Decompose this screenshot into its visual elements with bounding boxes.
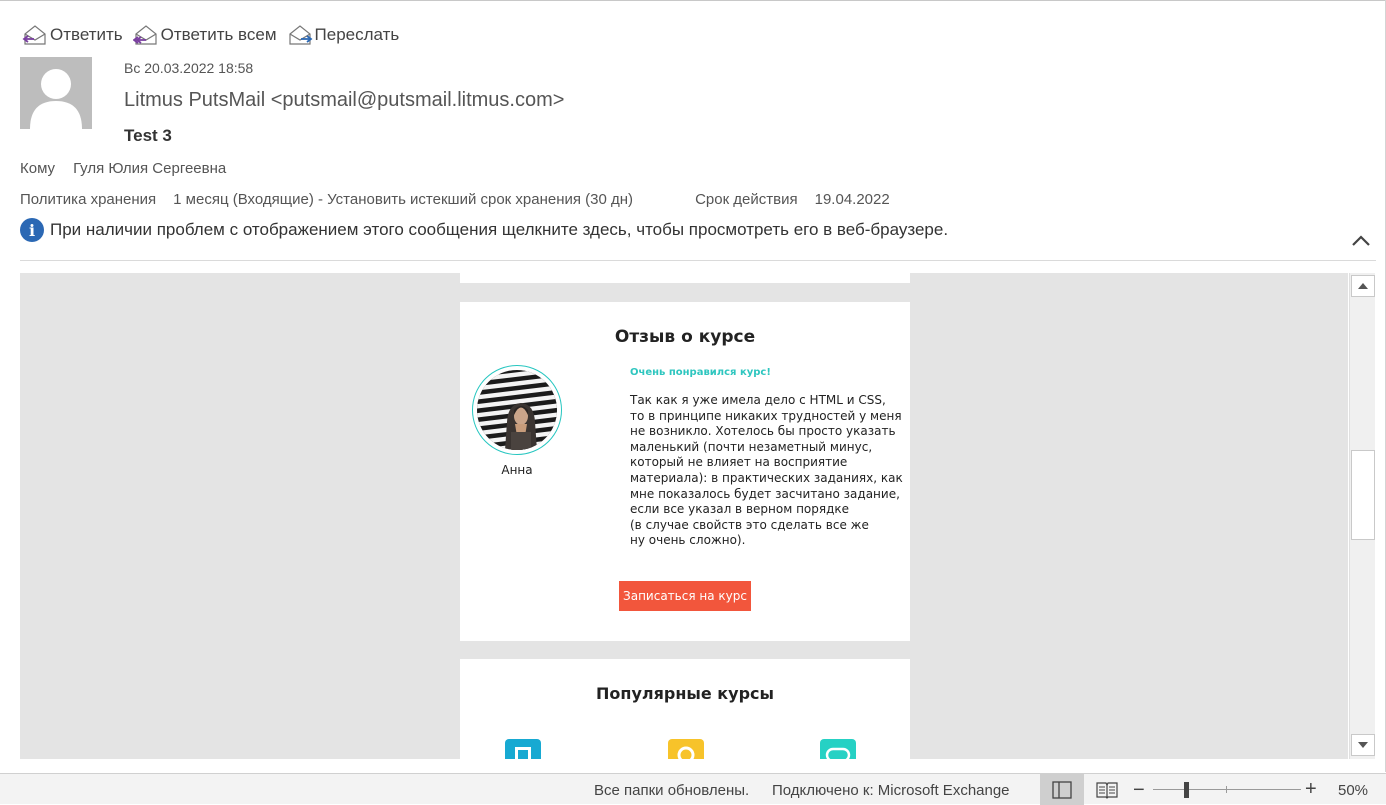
normal-view-icon [1052,780,1072,799]
zoom-in-button[interactable]: + [1305,778,1317,801]
to-recipient[interactable]: Гуля Юлия Сергеевна [73,160,226,177]
policy-value: 1 месяц (Входящие) - Установить истекший… [173,191,634,208]
scroll-thumb[interactable] [1351,450,1375,540]
course-icon-games[interactable] [820,739,856,759]
message-sender[interactable]: Litmus PutsMail <putsmail@putsmail.litmu… [124,89,564,112]
reply-all-button[interactable]: Ответить всем [132,23,277,47]
header-separator [20,260,1376,261]
popular-courses-title: Популярные курсы [596,684,774,703]
message-actions: Ответить Ответить всем Переслать [22,22,409,48]
triangle-up-icon [1358,283,1368,289]
collapse-header-button[interactable] [1350,232,1372,250]
gamepad-icon [825,747,851,759]
status-bar: Все папки обновлены. Подключено к: Micro… [0,773,1386,805]
window-top-border [0,0,1386,3]
zoom-out-button[interactable]: − [1133,779,1145,802]
reply-label: Ответить [50,25,123,44]
popular-courses-section: Популярные курсы [460,659,910,759]
reply-button[interactable]: Ответить [22,23,123,47]
triangle-down-icon [1358,742,1368,748]
previous-section [460,273,910,283]
scroll-up-button[interactable] [1351,275,1375,297]
sender-avatar [20,57,92,129]
expires-label: Срок действия [695,191,798,208]
review-title: Отзыв о курсе [614,327,756,347]
review-section: Отзыв о курсе Анна Очень понравился курс… [460,302,910,641]
enroll-button[interactable]: Записаться на курс [619,581,751,611]
reviewer-name: Анна [501,463,533,477]
chevron-up-icon [1352,235,1370,246]
course-icon-mobile[interactable] [505,739,541,759]
message-date: Вс 20.03.2022 18:58 [124,60,254,76]
scroll-down-button[interactable] [1351,734,1375,756]
info-text: При наличии проблем с отображением этого… [50,220,949,239]
reviewer-photo [472,365,562,455]
person-icon [30,69,82,129]
review-text: Так как я уже имела дело с HTML и CSS, т… [630,393,903,548]
reply-all-label: Ответить всем [160,25,277,44]
reading-view-button[interactable] [1092,774,1122,805]
smartphone-icon [515,747,531,759]
reading-view-icon [1096,781,1118,799]
info-icon: i [20,218,44,242]
recipients-row: Кому Гуля Юлия Сергеевна [20,160,226,177]
body-scrollbar[interactable] [1349,273,1375,759]
zoom-level[interactable]: 50% [1338,782,1368,799]
folders-status: Все папки обновлены. [594,782,750,799]
message-subject: Test 3 [124,126,172,145]
reviewer-portrait-image [477,370,557,450]
retention-row: Политика хранения 1 месяц (Входящие) - У… [20,191,890,208]
course-icon-search[interactable] [668,739,704,759]
review-headline: Очень понравился курс! [630,367,771,378]
forward-button[interactable]: Переслать [287,23,400,47]
policy-label: Политика хранения [20,191,157,208]
magnifier-icon [677,746,695,759]
zoom-slider-thumb[interactable] [1184,782,1189,798]
forward-icon [288,25,313,45]
zoom-slider-center-tick [1226,786,1227,793]
normal-view-button[interactable] [1040,774,1084,805]
reply-all-icon [132,25,157,45]
forward-label: Переслать [314,25,400,44]
to-label: Кому [20,160,56,177]
zoom-slider-track[interactable] [1153,789,1301,790]
connection-status: Подключено к: Microsoft Exchange [772,782,1010,799]
expires-value: 19.04.2022 [814,191,890,208]
reply-icon [22,25,46,45]
browser-view-infobar[interactable]: i При наличии проблем с отображением это… [20,218,948,242]
email-body-viewer: Отзыв о курсе Анна Очень понравился курс… [20,273,1348,759]
